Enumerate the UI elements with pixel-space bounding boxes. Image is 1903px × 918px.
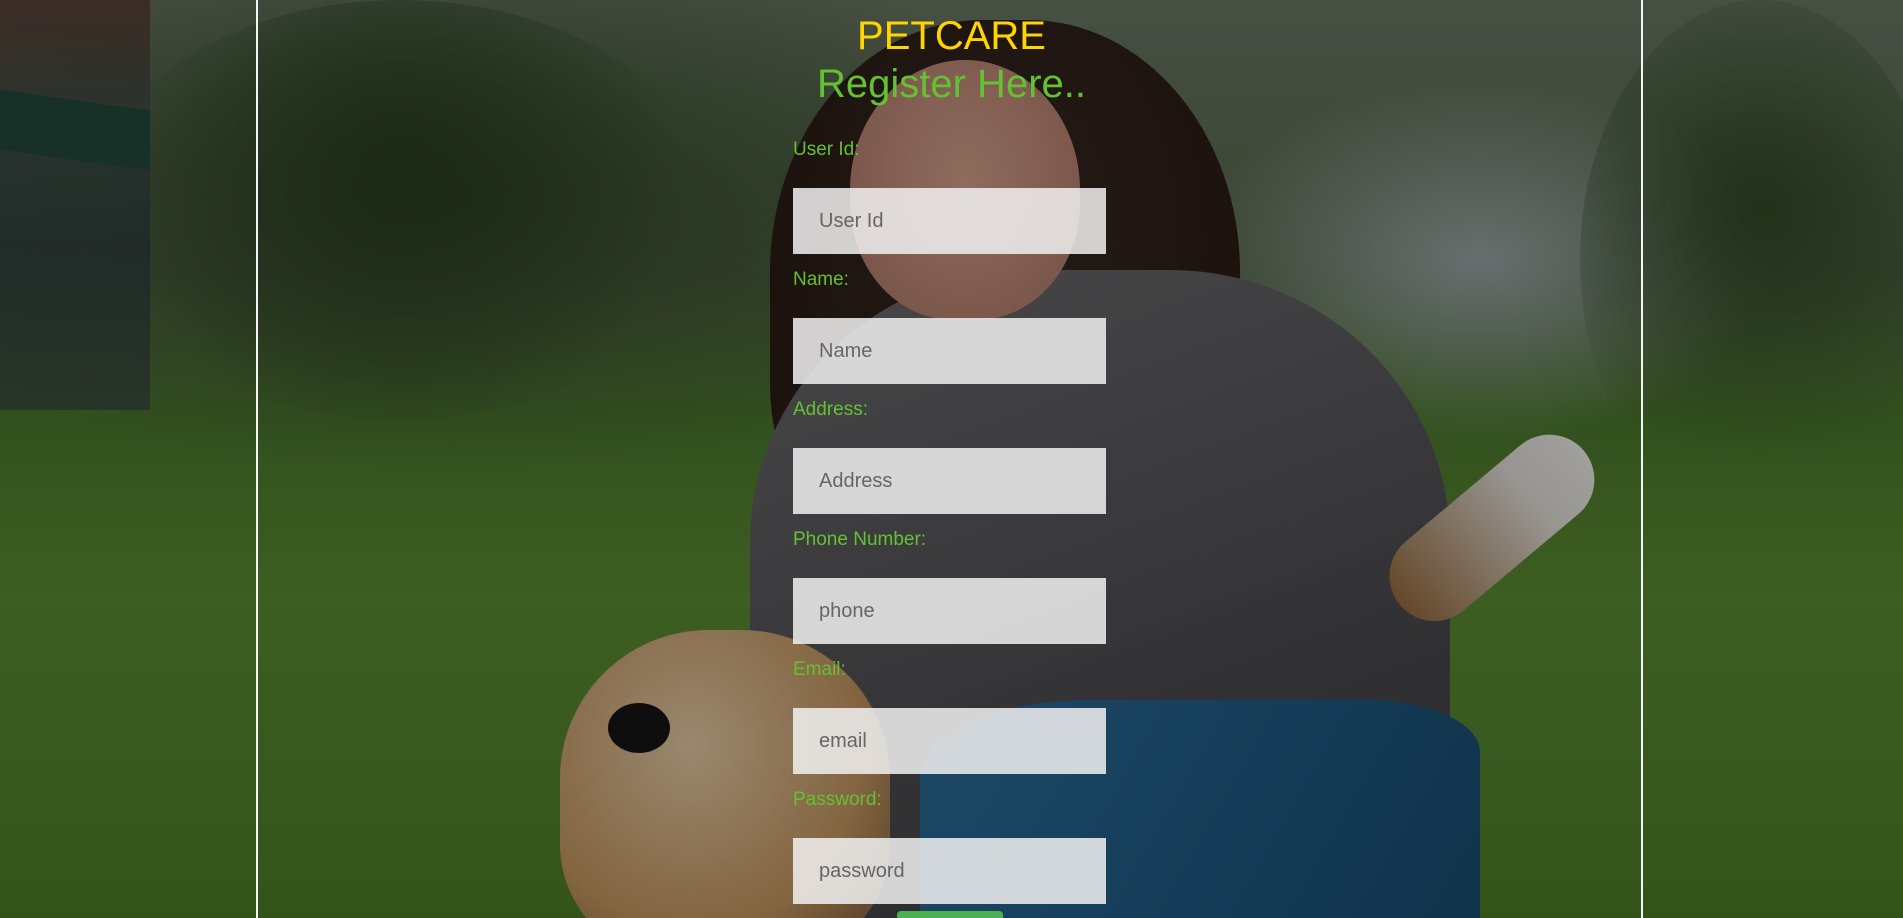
email-label: Email: [793,659,846,680]
password-label: Password: [793,789,882,810]
name-field-group: Name: [793,268,1106,398]
submit-button[interactable] [897,911,1003,918]
password-input[interactable] [793,838,1106,904]
email-field-group: Email: [793,658,1106,788]
phone-label: Phone Number: [793,529,927,550]
email-input[interactable] [793,708,1106,774]
user-id-field-group: User Id: [793,138,1106,268]
address-label: Address: [793,399,868,420]
address-input[interactable] [793,448,1106,514]
brand-title: PETCARE [857,14,1046,58]
phone-input[interactable] [793,578,1106,644]
register-heading: Register Here.. [817,62,1086,106]
user-id-input[interactable] [793,188,1106,254]
password-field-group: Password: [793,788,1106,918]
address-field-group: Address: [793,398,1106,528]
name-label: Name: [793,269,849,290]
name-input[interactable] [793,318,1106,384]
phone-field-group: Phone Number: [793,528,1106,658]
user-id-label: User Id: [793,139,860,160]
registration-form: User Id: Name: Address: Phone Number: Em… [793,138,1106,918]
registration-container: PETCARE Register Here.. User Id: Name: A… [0,0,1903,918]
